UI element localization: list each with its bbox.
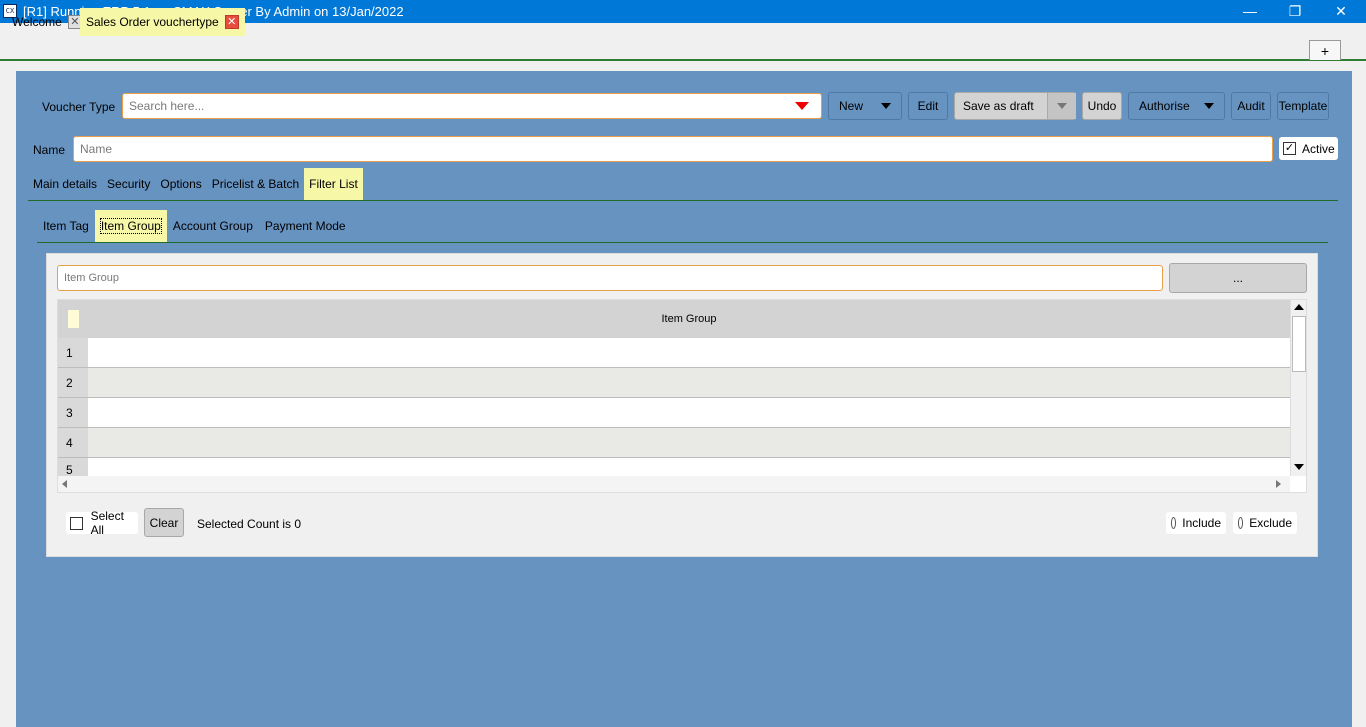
row-number: 1: [58, 338, 88, 367]
minimize-icon[interactable]: —: [1227, 0, 1273, 23]
save-as-draft-label: Save as draft: [963, 99, 1034, 113]
filter-divider: [37, 242, 1328, 243]
undo-button[interactable]: Undo: [1082, 92, 1122, 120]
browse-button[interactable]: ...: [1169, 263, 1307, 293]
exclude-radio[interactable]: Exclude: [1233, 512, 1297, 534]
header-select-cell[interactable]: [67, 310, 79, 328]
tab-main-details[interactable]: Main details: [28, 168, 102, 200]
tab-label: Payment Mode: [264, 219, 346, 233]
tab-label: Item Tag: [43, 219, 89, 233]
tab-account-group[interactable]: Account Group: [167, 210, 259, 242]
tab-label: Welcome: [12, 15, 62, 29]
row-number: 3: [58, 398, 88, 427]
tab-label: Item Group: [99, 218, 162, 234]
exclude-label: Exclude: [1249, 516, 1292, 530]
filter-tabs: Item Tag Item Group Account Group Paymen…: [37, 210, 352, 242]
new-button[interactable]: New: [828, 92, 902, 120]
column-header-item-group[interactable]: Item Group: [88, 300, 1290, 338]
tab-item-group[interactable]: Item Group: [94, 210, 167, 242]
tab-welcome[interactable]: Welcome ✕: [6, 8, 88, 36]
active-checkbox[interactable]: ✓ Active: [1279, 137, 1338, 160]
select-all-checkbox[interactable]: Select All: [66, 509, 138, 537]
authorise-label: Authorise: [1139, 99, 1190, 113]
clear-button[interactable]: Clear: [144, 508, 184, 537]
tab-sales-order-vouchertype[interactable]: Sales Order vouchertype ✕: [80, 8, 245, 36]
tab-filter-list[interactable]: Filter List: [304, 168, 363, 200]
close-icon[interactable]: ✕: [1318, 0, 1364, 23]
include-label: Include: [1182, 516, 1221, 530]
scroll-left-icon[interactable]: [62, 480, 67, 488]
row-number: 2: [58, 368, 88, 397]
vertical-scrollbar[interactable]: [1290, 300, 1306, 476]
scroll-up-icon[interactable]: [1294, 304, 1304, 310]
name-input[interactable]: Name: [73, 136, 1273, 162]
close-icon[interactable]: ✕: [224, 15, 239, 29]
scroll-thumb[interactable]: [1292, 316, 1306, 372]
save-dropdown-toggle[interactable]: [1047, 93, 1076, 119]
add-tab-button[interactable]: +: [1309, 40, 1341, 60]
tab-security[interactable]: Security: [102, 168, 155, 200]
row-number: 4: [58, 428, 88, 457]
tab-label: Sales Order vouchertype: [86, 15, 219, 29]
horizontal-scrollbar[interactable]: [58, 476, 1290, 492]
tab-item-tag[interactable]: Item Tag: [37, 210, 95, 242]
template-button[interactable]: Template: [1277, 92, 1329, 120]
voucher-type-search-input[interactable]: Search here...: [122, 93, 822, 119]
tab-payment-mode[interactable]: Payment Mode: [259, 210, 352, 242]
table-row[interactable]: 1: [58, 338, 1290, 368]
table-row[interactable]: 2: [58, 368, 1290, 398]
chevron-down-icon: [1204, 103, 1214, 109]
name-label: Name: [33, 143, 66, 157]
radio-unselected-icon: [1171, 517, 1177, 529]
item-group-placeholder: Item Group: [64, 272, 120, 284]
chevron-down-icon: [1057, 103, 1067, 109]
item-group-grid: Item Group 1 2 3 4 5: [57, 299, 1307, 493]
scroll-down-icon[interactable]: [1294, 464, 1304, 470]
row-number: 5: [58, 458, 88, 476]
selected-count-text: Selected Count is 0: [197, 517, 302, 531]
tab-label: Account Group: [172, 219, 253, 233]
include-radio[interactable]: Include: [1166, 512, 1226, 534]
name-placeholder: Name: [80, 142, 113, 156]
audit-button[interactable]: Audit: [1231, 92, 1271, 120]
item-group-filter-input[interactable]: Item Group: [57, 265, 1163, 291]
save-as-draft-button[interactable]: Save as draft: [954, 92, 1076, 120]
radio-unselected-icon: [1238, 517, 1244, 529]
checkbox-unchecked-icon: [70, 516, 83, 530]
table-row[interactable]: 3: [58, 398, 1290, 428]
restore-icon[interactable]: ❐: [1272, 0, 1318, 23]
tab-options[interactable]: Options: [155, 168, 206, 200]
checkbox-checked-icon: ✓: [1283, 142, 1296, 155]
edit-button[interactable]: Edit: [908, 92, 948, 120]
new-button-label: New: [839, 99, 864, 113]
table-row[interactable]: 5: [58, 458, 1290, 476]
authorise-button[interactable]: Authorise: [1128, 92, 1225, 120]
chevron-down-icon: [881, 103, 891, 109]
table-row[interactable]: 4: [58, 428, 1290, 458]
dropdown-arrow-icon[interactable]: [795, 102, 809, 110]
tab-pricelist-batch[interactable]: Pricelist & Batch: [207, 168, 304, 200]
active-label: Active: [1302, 141, 1335, 156]
search-placeholder: Search here...: [129, 99, 205, 113]
grid-header: Item Group: [58, 300, 1290, 338]
select-all-label: Select All: [90, 509, 124, 537]
section-divider: [28, 200, 1338, 201]
section-tabs: Main details Security Options Pricelist …: [28, 168, 363, 200]
scroll-right-icon[interactable]: [1276, 480, 1281, 488]
voucher-type-label: Voucher Type: [42, 100, 116, 114]
